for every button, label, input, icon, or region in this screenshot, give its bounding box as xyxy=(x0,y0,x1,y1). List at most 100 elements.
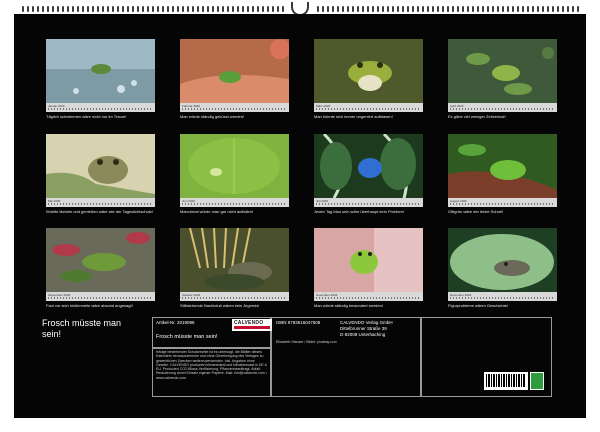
binding-ring xyxy=(82,6,84,12)
frog-photo xyxy=(448,134,557,198)
binding-ring xyxy=(467,6,469,12)
binding-ring xyxy=(362,6,364,12)
binding-ring xyxy=(237,6,239,12)
binding-ring xyxy=(227,6,229,12)
binding-ring xyxy=(517,6,519,12)
binding-ring xyxy=(57,6,59,12)
article-number: Artikel-Nr. 2019096 xyxy=(156,320,195,325)
frog-photo xyxy=(180,134,289,198)
binding-ring xyxy=(422,6,424,12)
month-caption: Manchmal würde man gar nicht auffallen! xyxy=(180,209,254,214)
calendar-strip: August 2026 xyxy=(448,198,557,207)
binding-ring xyxy=(217,6,219,12)
binding-ring xyxy=(437,6,439,12)
binding-ring xyxy=(212,6,214,12)
frog-photo xyxy=(46,39,155,103)
binding-ring xyxy=(22,6,24,12)
binding-ring xyxy=(427,6,429,12)
binding-ring xyxy=(522,6,524,12)
binding-ring xyxy=(77,6,79,12)
binding-ring xyxy=(457,6,459,12)
calendar-strip: März 2026 xyxy=(314,103,423,112)
binding-ring xyxy=(277,6,279,12)
month-caption: Jeden Tag blau sein wäre überhaupt kein … xyxy=(314,209,404,214)
binding-ring xyxy=(207,6,209,12)
month-caption: Es gäbe viel weniger Zeitverlust! xyxy=(448,114,506,119)
binding-ring xyxy=(412,6,414,12)
binding-ring xyxy=(317,6,319,12)
calendar-strip: November 2026 xyxy=(314,292,423,301)
binding-ring xyxy=(37,6,39,12)
binding-ring xyxy=(387,6,389,12)
calendar-title: Frosch müsste man sein! xyxy=(42,318,122,339)
binding-ring xyxy=(547,6,549,12)
binding-ring xyxy=(197,6,199,12)
binding-ring xyxy=(382,6,384,12)
article-title: Frosch müsste man sein! xyxy=(156,334,218,340)
frog-photo xyxy=(46,134,155,198)
binding-ring xyxy=(497,6,499,12)
binding-ring xyxy=(392,6,394,12)
binding-ring xyxy=(32,6,34,12)
binding-ring xyxy=(117,6,119,12)
binding-ring xyxy=(187,6,189,12)
publisher-city: D-82008 Unterhaching xyxy=(340,332,386,337)
binding-ring xyxy=(142,6,144,12)
calendar-strip: Oktober 2026 xyxy=(180,292,289,301)
binding-ring xyxy=(192,6,194,12)
binding-ring xyxy=(67,6,69,12)
binding-ring xyxy=(242,6,244,12)
binding-ring xyxy=(162,6,164,12)
binding-ring xyxy=(542,6,544,12)
binding-ring xyxy=(252,6,254,12)
binding-ring xyxy=(232,6,234,12)
binding-ring xyxy=(107,6,109,12)
frog-photo xyxy=(314,134,423,198)
binding-ring xyxy=(322,6,324,12)
publisher-name: CALVENDO Verlag GmbH xyxy=(340,320,393,325)
binding-ring xyxy=(367,6,369,12)
binding-ring xyxy=(262,6,264,12)
binding-ring xyxy=(247,6,249,12)
binding-ring xyxy=(327,6,329,12)
isbn: ISBN 9783516047608 xyxy=(276,320,321,325)
binding-ring xyxy=(177,6,179,12)
month-caption: Giftgrün wäre der letzte Schrei! xyxy=(448,209,504,214)
binding-ring xyxy=(347,6,349,12)
frog-photo xyxy=(314,39,423,103)
binding-ring xyxy=(407,6,409,12)
binding-ring xyxy=(122,6,124,12)
binding-ring xyxy=(267,6,269,12)
frog-photo xyxy=(448,39,557,103)
binding-ring xyxy=(137,6,139,12)
binding-ring xyxy=(332,6,334,12)
binding-ring xyxy=(102,6,104,12)
binding-ring xyxy=(557,6,559,12)
binding-ring xyxy=(537,6,539,12)
binding-ring xyxy=(52,6,54,12)
binding-ring xyxy=(202,6,204,12)
binding-ring xyxy=(577,6,579,12)
month-caption: Täglich schwimmen wäre nicht nur im Trau… xyxy=(46,114,127,119)
binding-ring xyxy=(27,6,29,12)
frog-photo xyxy=(180,228,289,292)
frog-photo xyxy=(180,39,289,103)
binding-ring xyxy=(152,6,154,12)
binding-ring xyxy=(127,6,129,12)
binding-ring xyxy=(512,6,514,12)
eco-seal-icon xyxy=(530,372,544,390)
binding-ring xyxy=(417,6,419,12)
frog-photo xyxy=(46,228,155,292)
binding-ring xyxy=(397,6,399,12)
calendar-strip: April 2026 xyxy=(448,103,557,112)
publisher-street: Dittelbrunner Straße 39 xyxy=(340,326,387,331)
month-caption: Man würde ständig geküsst werden! xyxy=(180,114,245,119)
month-caption: Faul vor sich hinlümmeln wäre absolut an… xyxy=(46,303,133,308)
binding-ring xyxy=(167,6,169,12)
binding-ring xyxy=(42,6,44,12)
binding-ring xyxy=(572,6,574,12)
binding-ring xyxy=(257,6,259,12)
month-caption: Stillstehende Nachtclub wären kein Ärger… xyxy=(180,303,260,308)
binding-ring xyxy=(432,6,434,12)
binding-ring xyxy=(372,6,374,12)
